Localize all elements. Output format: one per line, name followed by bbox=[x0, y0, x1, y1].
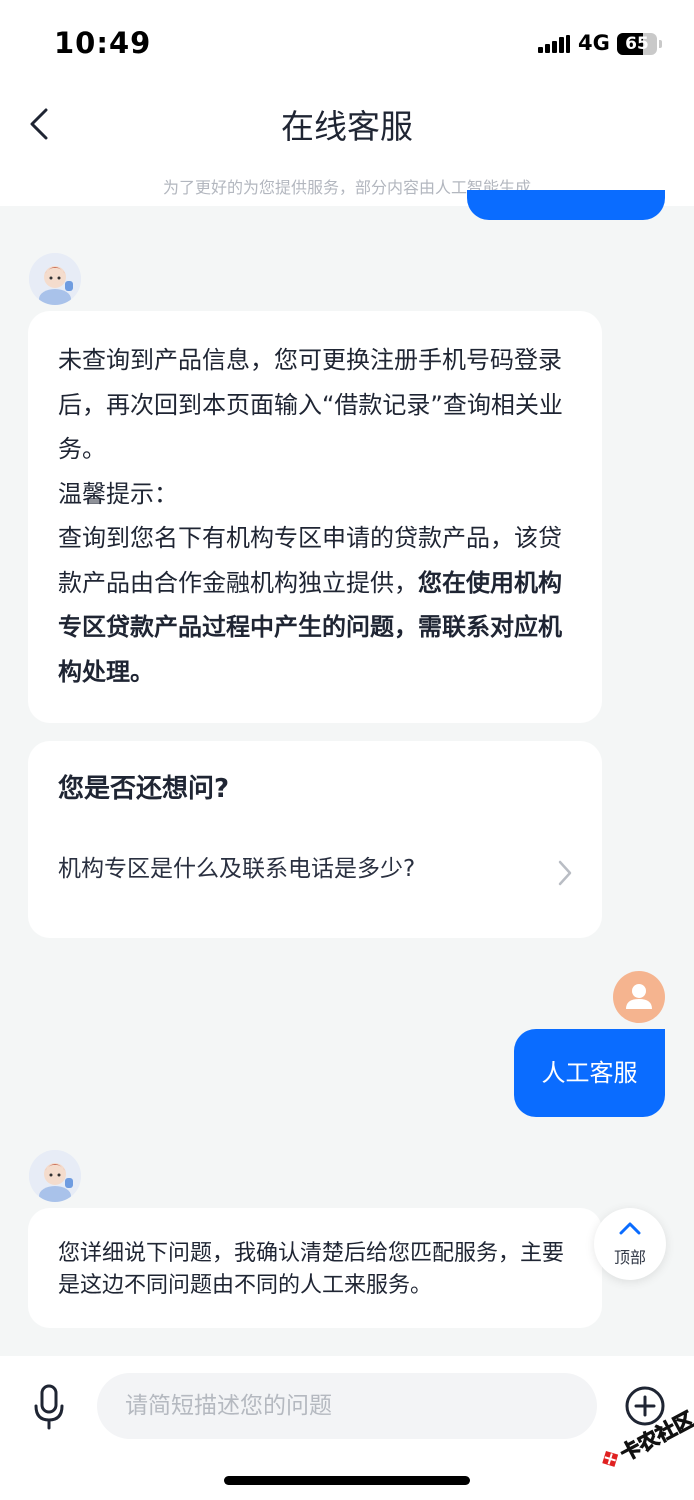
network-type: 4G bbox=[578, 31, 610, 55]
bot-avatar bbox=[29, 253, 81, 305]
cellular-signal-icon bbox=[538, 35, 570, 53]
back-to-top-button[interactable]: 顶部 bbox=[594, 1208, 666, 1280]
page-title: 在线客服 bbox=[281, 107, 413, 146]
back-to-top-label: 顶部 bbox=[613, 1248, 646, 1267]
bot-message-text: 未查询到产品信息，您可更换注册手机号码登录后，再次回到本页面输入“借款记录”查询… bbox=[58, 346, 563, 463]
microphone-icon[interactable] bbox=[32, 1384, 66, 1430]
bot-message-text: 您详细说下问题，我确认清楚后给您匹配服务，主要是这边不同问题由不同的人工来服务。 bbox=[58, 1241, 565, 1298]
input-bar bbox=[0, 1356, 694, 1500]
battery-tip bbox=[659, 40, 662, 48]
bot-avatar bbox=[29, 1150, 81, 1202]
bot-message: 未查询到产品信息，您可更换注册手机号码登录后，再次回到本页面输入“借款记录”查询… bbox=[28, 311, 602, 723]
suggestion-title: 您是否还想问? bbox=[58, 774, 230, 804]
tip-paragraph: 查询到您名下有机构专区申请的贷款产品，该贷款产品由合作金融机构独立提供，您在使用… bbox=[58, 516, 580, 694]
suggestion-item-label: 机构专区是什么及联系电话是多少? bbox=[58, 856, 416, 882]
suggestion-card: 您是否还想问? 机构专区是什么及联系电话是多少? bbox=[28, 741, 602, 938]
battery-icon: 65 bbox=[617, 33, 657, 55]
user-avatar bbox=[613, 971, 665, 1023]
home-indicator bbox=[224, 1476, 470, 1485]
bot-message: 您详细说下问题，我确认清楚后给您匹配服务，主要是这边不同问题由不同的人工来服务。 bbox=[28, 1208, 602, 1328]
battery-percent: 65 bbox=[625, 34, 649, 54]
user-message: 人工客服 bbox=[514, 1029, 665, 1117]
message-input[interactable] bbox=[97, 1373, 597, 1439]
chevron-right-icon bbox=[558, 860, 572, 886]
status-time: 10:49 bbox=[54, 26, 152, 60]
user-icon bbox=[626, 984, 652, 1009]
status-bar: 10:49 4G 65 bbox=[0, 0, 694, 90]
robot-icon bbox=[29, 1150, 81, 1202]
tip-label: 温馨提示： bbox=[58, 479, 178, 508]
robot-icon bbox=[29, 253, 81, 305]
chat-header: 在线客服 为了更好的为您提供服务，部分内容由人工智能生成 bbox=[0, 90, 694, 206]
chevron-up-icon bbox=[619, 1222, 641, 1235]
previous-user-bubble bbox=[467, 190, 665, 220]
